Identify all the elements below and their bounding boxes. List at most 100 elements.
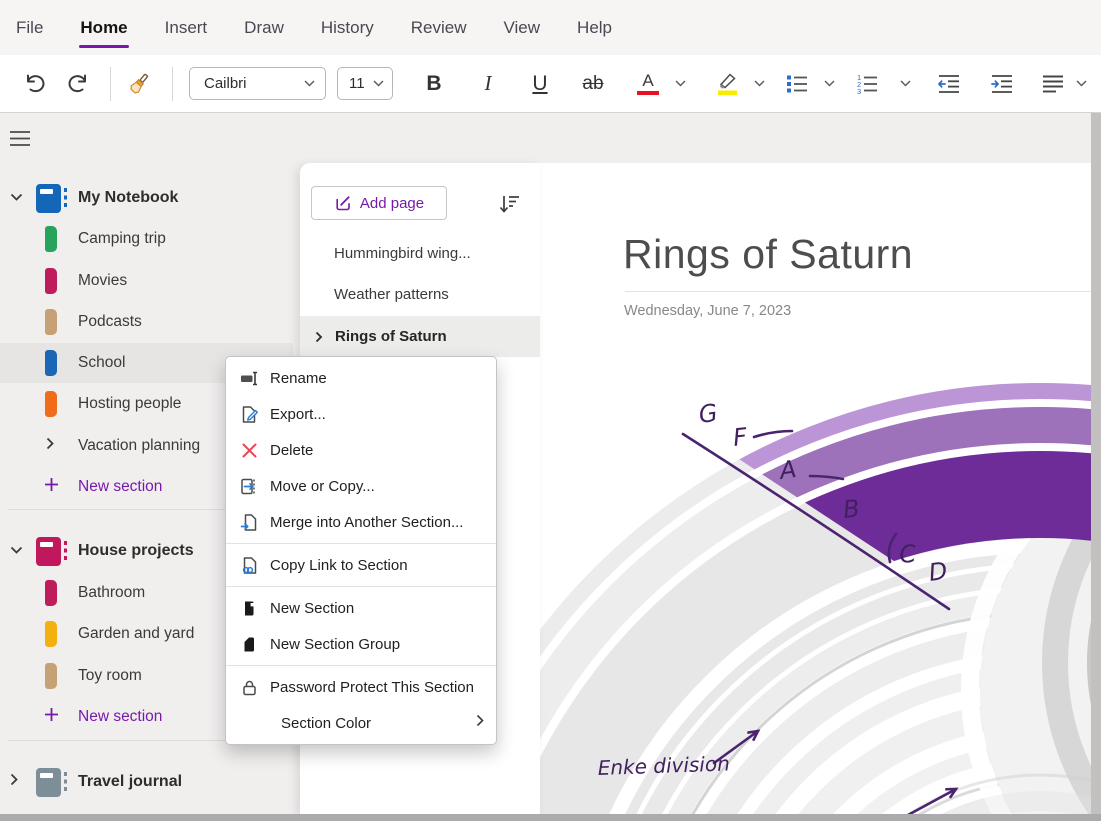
undo-icon bbox=[22, 72, 48, 96]
notebook-name: My Notebook bbox=[78, 189, 178, 207]
page-title: Hummingbird wing... bbox=[334, 245, 471, 262]
context-menu-merge[interactable]: Merge into Another Section... bbox=[226, 504, 496, 540]
ring-label-b: B bbox=[842, 494, 861, 524]
align-icon bbox=[1041, 72, 1065, 96]
sidebar-section-camping-trip[interactable]: Camping trip bbox=[0, 219, 293, 259]
ring-label-g: G bbox=[697, 399, 719, 429]
menu-file[interactable]: File bbox=[16, 18, 43, 38]
section-name: Garden and yard bbox=[78, 625, 194, 643]
font-size-select[interactable]: 11 bbox=[337, 67, 393, 100]
menu-home[interactable]: Home bbox=[80, 18, 127, 38]
page-title[interactable]: Rings of Saturn bbox=[623, 231, 913, 278]
undo-button[interactable] bbox=[20, 55, 50, 112]
bullet-list-button[interactable] bbox=[782, 55, 812, 112]
move-icon bbox=[239, 476, 259, 496]
section-tab-icon bbox=[45, 580, 57, 606]
context-menu-label: Merge into Another Section... bbox=[270, 514, 463, 531]
notebook-name: House projects bbox=[78, 542, 194, 560]
page-title: Rings of Saturn bbox=[335, 328, 447, 345]
font-color-button[interactable]: A bbox=[633, 55, 663, 112]
page-item-rings-of-saturn[interactable]: Rings of Saturn bbox=[300, 316, 540, 357]
section-context-menu: Rename Export... Delete Move or Copy... bbox=[225, 356, 497, 745]
font-family-select[interactable]: Cailbri bbox=[189, 67, 326, 100]
strikethrough-button[interactable]: ab bbox=[577, 55, 609, 112]
context-menu-new-section-group[interactable]: New Section Group bbox=[226, 626, 496, 662]
sort-pages-button[interactable] bbox=[498, 192, 522, 221]
decrease-indent-button[interactable] bbox=[933, 55, 965, 112]
menu-view[interactable]: View bbox=[504, 18, 541, 38]
context-menu-move-or-copy[interactable]: Move or Copy... bbox=[226, 468, 496, 504]
bullet-list-icon bbox=[785, 72, 809, 96]
menu-review[interactable]: Review bbox=[411, 18, 467, 38]
vertical-scrollbar[interactable] bbox=[1091, 113, 1101, 821]
italic-button[interactable]: I bbox=[473, 55, 503, 112]
context-menu-label: New Section bbox=[270, 600, 354, 617]
ring-label-d: D bbox=[927, 557, 949, 587]
horizontal-scrollbar[interactable] bbox=[0, 814, 1101, 821]
bullet-list-dropdown[interactable] bbox=[817, 55, 841, 112]
align-dropdown[interactable] bbox=[1070, 55, 1092, 112]
align-button[interactable] bbox=[1038, 55, 1068, 112]
redo-button[interactable] bbox=[63, 55, 93, 112]
context-menu-label: Delete bbox=[270, 442, 313, 459]
rename-icon bbox=[239, 368, 259, 388]
add-page-button[interactable]: Add page bbox=[311, 186, 447, 220]
page-item-weather-patterns[interactable]: Weather patterns bbox=[300, 274, 540, 315]
menu-insert[interactable]: Insert bbox=[165, 18, 208, 38]
section-tab-icon bbox=[45, 268, 57, 294]
context-menu-copy-link[interactable]: Copy Link to Section bbox=[226, 547, 496, 583]
context-menu-rename[interactable]: Rename bbox=[226, 360, 496, 396]
format-painter-button[interactable] bbox=[122, 55, 156, 112]
page-content: G F A B C D Enke division Rings of Satur… bbox=[540, 163, 1091, 814]
ribbon-separator bbox=[110, 67, 111, 101]
sidebar-notebook-my-notebook[interactable]: My Notebook bbox=[0, 178, 293, 218]
context-menu-delete[interactable]: Delete bbox=[226, 432, 496, 468]
chevron-right-icon bbox=[476, 714, 484, 732]
section-name: Toy room bbox=[78, 667, 142, 685]
chevron-right-icon[interactable] bbox=[46, 437, 55, 455]
chevron-right-icon[interactable] bbox=[315, 331, 323, 343]
sidebar-section-podcasts[interactable]: Podcasts bbox=[0, 302, 293, 342]
context-menu-new-section[interactable]: New Section bbox=[226, 590, 496, 626]
font-color-dropdown[interactable] bbox=[668, 55, 692, 112]
context-menu-label: New Section Group bbox=[270, 636, 400, 653]
chevron-down-icon bbox=[900, 80, 911, 87]
menu-help[interactable]: Help bbox=[577, 18, 612, 38]
plus-icon bbox=[44, 707, 59, 727]
increase-indent-icon bbox=[989, 72, 1015, 96]
chevron-down-icon[interactable] bbox=[10, 542, 23, 560]
context-menu-label: Copy Link to Section bbox=[270, 557, 408, 574]
chevron-right-icon[interactable] bbox=[10, 773, 19, 791]
chevron-down-icon[interactable] bbox=[10, 189, 23, 207]
increase-indent-button[interactable] bbox=[986, 55, 1018, 112]
ink-f-ring-tick bbox=[754, 431, 792, 437]
menu-history[interactable]: History bbox=[321, 18, 374, 38]
sidebar-notebook-travel-journal[interactable]: Travel journal bbox=[0, 762, 293, 802]
hamburger-menu-button[interactable] bbox=[9, 129, 35, 151]
menu-draw[interactable]: Draw bbox=[244, 18, 284, 38]
highlighter-dropdown[interactable] bbox=[747, 55, 771, 112]
notebook-icon bbox=[36, 768, 61, 797]
sidebar-section-movies[interactable]: Movies bbox=[0, 261, 293, 301]
section-tab-icon bbox=[45, 663, 57, 689]
underline-button[interactable]: U bbox=[525, 55, 555, 112]
page-item-hummingbird[interactable]: Hummingbird wing... bbox=[300, 233, 540, 274]
ribbon-separator bbox=[172, 67, 173, 101]
section-name: Camping trip bbox=[78, 230, 166, 248]
context-menu-password-protect[interactable]: Password Protect This Section bbox=[226, 669, 496, 705]
highlighter-button[interactable] bbox=[710, 55, 744, 112]
chevron-down-icon bbox=[824, 80, 835, 87]
notebook-name: Travel journal bbox=[78, 773, 182, 791]
add-page-label: Add page bbox=[360, 195, 424, 212]
bold-button[interactable]: B bbox=[419, 55, 449, 112]
section-name: School bbox=[78, 354, 125, 372]
section-group-name: Vacation planning bbox=[78, 437, 200, 455]
bold-icon: B bbox=[426, 72, 441, 96]
numbered-list-button[interactable]: 1 2 3 bbox=[852, 55, 882, 112]
strikethrough-icon: ab bbox=[582, 73, 603, 95]
redo-icon bbox=[65, 72, 91, 96]
numbered-list-dropdown[interactable] bbox=[893, 55, 917, 112]
delete-icon bbox=[239, 440, 259, 460]
context-menu-section-color[interactable]: Section Color bbox=[226, 705, 496, 741]
context-menu-export[interactable]: Export... bbox=[226, 396, 496, 432]
